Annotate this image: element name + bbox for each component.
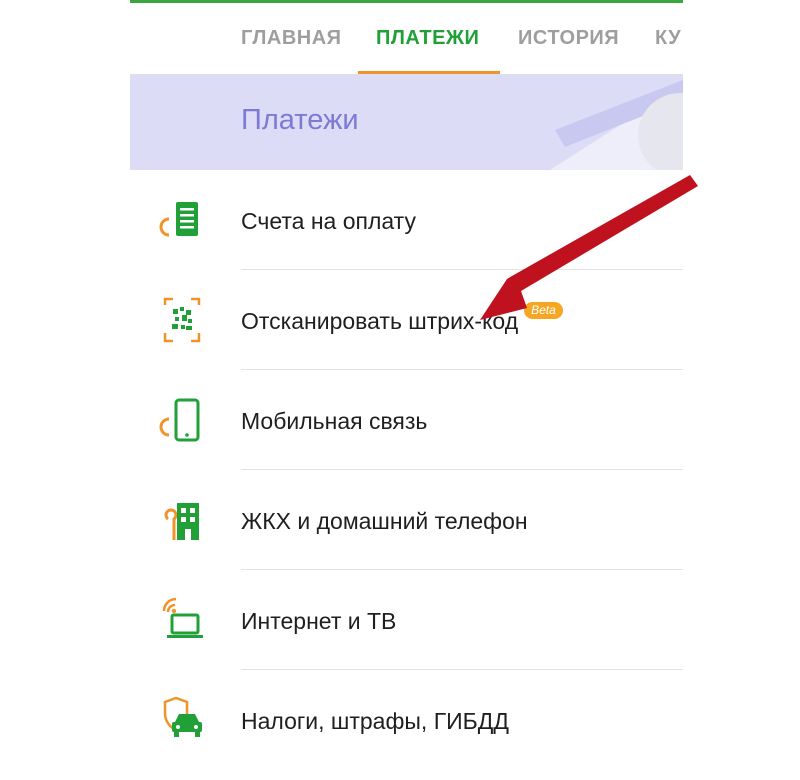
mobile-phone-icon — [159, 398, 200, 442]
payment-item-label: Налоги, штрафы, ГИБДД — [241, 708, 509, 734]
page-title: Платежи — [241, 104, 359, 136]
payment-item-housing[interactable]: ЖКХ и домашний телефон — [130, 470, 683, 570]
payment-item-mobile[interactable]: Мобильная связь — [130, 370, 683, 470]
housing-icon — [164, 503, 199, 540]
payment-item-scan-barcode[interactable]: Отсканировать штрих-код Beta — [130, 270, 683, 370]
tab-history[interactable]: ИСТОРИЯ — [518, 27, 619, 50]
tab-payments[interactable]: ПЛАТЕЖИ — [376, 27, 479, 50]
car-fines-icon — [163, 696, 202, 737]
payments-banner: Платежи — [130, 75, 683, 170]
banner-decoration — [550, 80, 683, 170]
phone-screen: ГЛАВНАЯ ПЛАТЕЖИ ИСТОРИЯ КУ Платежи Счета… — [130, 0, 683, 780]
payment-item-label: Мобильная связь — [241, 408, 428, 434]
payment-item-taxes-fines[interactable]: Налоги, штрафы, ГИБДД — [130, 670, 683, 770]
beta-badge: Beta — [524, 302, 563, 319]
internet-tv-icon — [162, 597, 203, 638]
payment-item-invoices[interactable]: Счета на оплату — [130, 170, 683, 270]
tab-more[interactable]: КУ — [655, 27, 681, 50]
payment-item-label: ЖКХ и домашний телефон — [241, 508, 528, 534]
payment-item-internet-tv[interactable]: Интернет и ТВ — [130, 570, 683, 670]
payment-item-label: Счета на оплату — [241, 208, 416, 234]
payment-item-label: Интернет и ТВ — [241, 608, 397, 634]
tab-home[interactable]: ГЛАВНАЯ — [241, 27, 342, 50]
barcode-scan-icon — [163, 297, 201, 343]
tab-bar: ГЛАВНАЯ ПЛАТЕЖИ ИСТОРИЯ КУ — [130, 3, 683, 75]
payment-item-label: Отсканировать штрих-код Beta — [241, 302, 563, 335]
invoice-icon — [159, 202, 198, 237]
